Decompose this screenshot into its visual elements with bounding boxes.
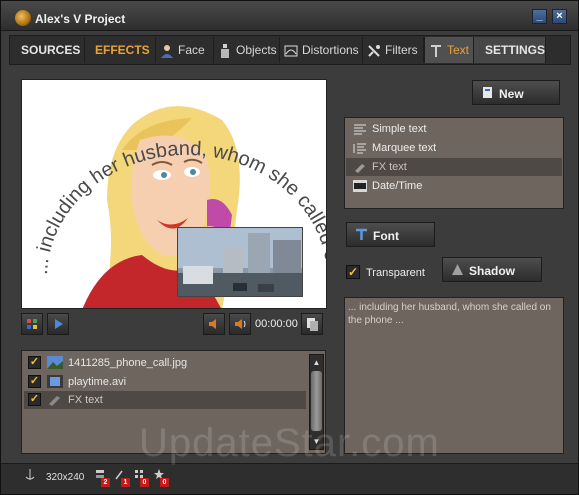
font-button[interactable]: Font: [346, 222, 435, 247]
font-icon: [356, 228, 367, 240]
file-name: 1411285_phone_call.jpg: [68, 357, 188, 369]
minimize-button[interactable]: _: [532, 9, 547, 24]
audio-output-button[interactable]: [229, 313, 251, 335]
simple-text-icon: [354, 124, 366, 135]
window-title: Alex's V Project: [35, 12, 126, 26]
bottle-icon: [221, 43, 229, 58]
tab-label: Distortions: [302, 43, 359, 57]
tab-label: SOURCES: [21, 43, 81, 57]
transparent-label: Transparent: [366, 267, 425, 279]
grid-icon: [27, 319, 37, 329]
text-type-list[interactable]: Simple text Marquee text FX text Date/Ti…: [344, 117, 564, 209]
copy-icon: [307, 318, 318, 331]
item-checkbox[interactable]: ✓: [28, 356, 41, 369]
list-item[interactable]: FX text: [346, 158, 562, 176]
audio-source-button[interactable]: [203, 313, 225, 335]
tab-effects[interactable]: EFFECTS: [85, 37, 156, 63]
image-icon: [47, 356, 63, 369]
time-readout: 00:00:00: [255, 318, 298, 330]
new-button-label: New: [499, 87, 524, 101]
list-item[interactable]: Date/Time: [346, 177, 562, 195]
main-tab-bar: SOURCES EFFECTS Face Objects Distortions…: [9, 35, 571, 65]
tab-label: Filters: [385, 43, 418, 57]
resolution-readout: 320x240: [46, 472, 85, 483]
type-label: FX text: [372, 161, 407, 173]
list-item[interactable]: Marquee text: [346, 139, 562, 157]
tab-sources[interactable]: SOURCES: [11, 37, 85, 63]
tab-settings[interactable]: SETTINGS: [474, 37, 546, 63]
text-icon: [431, 44, 441, 57]
app-window: Alex's V Project _ × SOURCES EFFECTS Fac…: [0, 0, 579, 495]
transparent-check-box[interactable]: ✓: [346, 265, 360, 279]
player-controls: 00:00:00: [19, 313, 329, 337]
fx-text-icon: [355, 164, 365, 173]
video-preview[interactable]: ... including her husband, whom she call…: [21, 79, 327, 309]
tab-label: EFFECTS: [95, 43, 150, 57]
tab-label: Text: [447, 43, 470, 57]
anchor-icon: [25, 469, 35, 480]
person-icon: [161, 44, 173, 58]
grid-view-button[interactable]: [21, 313, 43, 335]
list-item[interactable]: ✓ playtime.avi: [24, 373, 306, 391]
tab-text[interactable]: Text: [424, 37, 474, 63]
status-bar: 320x240 2 1 0 0: [1, 463, 578, 494]
fx-count-badge: 1: [121, 478, 130, 487]
star-count-badge: 0: [160, 478, 169, 487]
app-logo-icon: [15, 10, 31, 26]
marquee-icon: [353, 143, 366, 154]
play-icon: [55, 319, 63, 329]
tab-label: Face: [178, 43, 205, 57]
list-item[interactable]: Simple text: [346, 120, 562, 138]
speaker-icon: [209, 319, 216, 329]
type-label: Simple text: [372, 123, 427, 135]
list-item[interactable]: ✓ FX text: [24, 391, 306, 409]
close-button[interactable]: ×: [552, 9, 567, 24]
tab-face[interactable]: Face: [156, 37, 214, 63]
datetime-icon: [353, 180, 367, 192]
fx-text-icon: [49, 396, 60, 406]
sound-wave-icon: [235, 319, 246, 329]
layers-count-badge: 2: [101, 478, 110, 487]
list-item[interactable]: ✓ 1411285_phone_call.jpg: [24, 354, 306, 372]
file-name: playtime.avi: [68, 376, 127, 388]
scroll-up-icon[interactable]: ▲: [311, 357, 322, 368]
shadow-button-label: Shadow: [469, 264, 516, 278]
shadow-icon: [452, 264, 463, 275]
title-bar[interactable]: Alex's V Project _ ×: [1, 1, 578, 31]
tab-filters[interactable]: Filters: [363, 37, 424, 63]
new-text-button[interactable]: New: [472, 80, 560, 105]
type-label: Marquee text: [372, 142, 437, 154]
tab-label: SETTINGS: [485, 43, 546, 57]
snapshot-button[interactable]: [301, 313, 323, 335]
distort-icon: [284, 45, 298, 57]
tab-objects[interactable]: Objects: [214, 37, 280, 63]
grid-count-badge: 0: [140, 478, 149, 487]
item-checkbox[interactable]: ✓: [28, 375, 41, 388]
file-name: FX text: [68, 394, 103, 406]
play-button[interactable]: [47, 313, 69, 335]
new-document-icon: [483, 87, 492, 98]
filter-icon: [368, 44, 380, 57]
film-icon: [47, 375, 63, 388]
overlay-video-inset: [177, 227, 303, 297]
font-button-label: Font: [373, 229, 399, 243]
shadow-button[interactable]: Shadow: [442, 257, 542, 282]
type-label: Date/Time: [372, 180, 423, 192]
tab-distortions[interactable]: Distortions: [280, 37, 363, 63]
tab-label: Objects: [236, 43, 277, 57]
watermark: UpdateStar.com: [139, 421, 440, 465]
item-checkbox[interactable]: ✓: [28, 393, 41, 406]
